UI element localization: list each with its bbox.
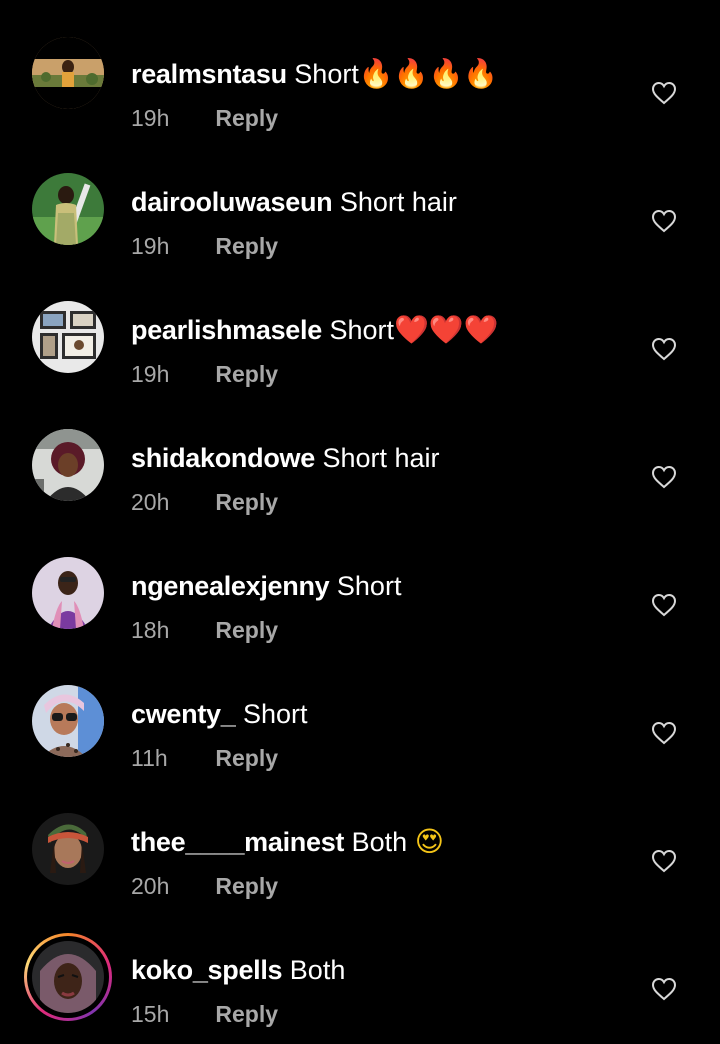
reply-button[interactable]: Reply	[215, 873, 278, 899]
reply-button[interactable]: Reply	[215, 105, 278, 131]
comment-item: shidakondowe Short hair 20h Reply	[0, 401, 720, 529]
comment-text: Short	[329, 315, 394, 345]
heart-outline-icon[interactable]	[651, 465, 677, 489]
comment-emoji: ❤️❤️❤️	[393, 313, 499, 346]
comment-text: Short hair	[339, 187, 457, 217]
comment-text: Both	[289, 955, 346, 985]
heart-outline-icon[interactable]	[651, 977, 677, 1001]
timestamp: 20h	[131, 873, 170, 899]
comment-text: Short	[294, 59, 359, 89]
avatar[interactable]	[32, 429, 104, 501]
timestamp: 19h	[131, 361, 170, 387]
comment-text: Both	[351, 827, 408, 857]
comment-meta: 15h Reply	[131, 999, 278, 1029]
reply-button[interactable]: Reply	[215, 489, 278, 515]
heart-outline-icon[interactable]	[651, 849, 677, 873]
avatar[interactable]	[32, 173, 104, 245]
heart-outline-icon[interactable]	[651, 81, 677, 105]
timestamp: 19h	[131, 233, 170, 259]
comment-line: ngenealexjenny Short	[131, 569, 401, 603]
timestamp: 15h	[131, 1001, 170, 1027]
timestamp: 19h	[131, 105, 170, 131]
reply-button[interactable]: Reply	[215, 233, 278, 259]
comment-line: thee____mainest Both 😍	[131, 825, 444, 859]
comment-line: shidakondowe Short hair	[131, 441, 440, 475]
comment-meta: 18h Reply	[131, 615, 278, 645]
comment-item: dairooluwaseun Short hair 19h Reply	[0, 145, 720, 273]
avatar[interactable]	[32, 37, 104, 109]
comment-item: realmsntasu Short🔥🔥🔥🔥 19h Reply	[0, 17, 720, 145]
comment-item: koko_spells Both 15h Reply	[0, 913, 720, 1041]
comment-meta: 11h Reply	[131, 743, 278, 773]
username[interactable]: cwenty_	[131, 699, 236, 729]
avatar[interactable]	[32, 557, 104, 629]
comment-emoji: 😍	[414, 825, 444, 858]
story-ring-avatar[interactable]	[24, 933, 112, 1021]
comment-item: thee____mainest Both 😍 20h Reply	[0, 785, 720, 913]
timestamp: 11h	[131, 745, 168, 771]
avatar	[32, 941, 104, 1013]
comment-item: ngenealexjenny Short 18h Reply	[0, 529, 720, 657]
comment-item: cwenty_ Short 11h Reply	[0, 657, 720, 785]
username[interactable]: pearlishmasele	[131, 315, 322, 345]
username[interactable]: thee____mainest	[131, 827, 344, 857]
reply-button[interactable]: Reply	[215, 617, 278, 643]
reply-button[interactable]: Reply	[215, 745, 278, 771]
comment-meta: 19h Reply	[131, 103, 278, 133]
comment-text: Short	[242, 699, 308, 729]
comment-emoji: 🔥🔥🔥🔥	[358, 57, 499, 90]
comment-line: cwenty_ Short	[131, 697, 308, 731]
username[interactable]: koko_spells	[131, 955, 283, 985]
avatar[interactable]	[32, 685, 104, 757]
reply-button[interactable]: Reply	[215, 1001, 278, 1027]
comment-line: realmsntasu Short🔥🔥🔥🔥	[131, 57, 498, 91]
timestamp: 18h	[131, 617, 170, 643]
comment-line: pearlishmasele Short❤️❤️❤️	[131, 313, 499, 347]
reply-button[interactable]: Reply	[215, 361, 278, 387]
comment-line: koko_spells Both	[131, 953, 345, 987]
heart-outline-icon[interactable]	[651, 209, 677, 233]
comment-text: Short hair	[322, 443, 440, 473]
comment-text: Short	[336, 571, 402, 601]
comment-meta: 19h Reply	[131, 359, 278, 389]
heart-outline-icon[interactable]	[651, 593, 677, 617]
heart-outline-icon[interactable]	[651, 337, 677, 361]
username[interactable]: ngenealexjenny	[131, 571, 330, 601]
comment-line: dairooluwaseun Short hair	[131, 185, 457, 219]
heart-outline-icon[interactable]	[651, 721, 677, 745]
username[interactable]: shidakondowe	[131, 443, 315, 473]
comment-meta: 20h Reply	[131, 871, 278, 901]
comment-meta: 20h Reply	[131, 487, 278, 517]
comment-item: pearlishmasele Short❤️❤️❤️ 19h Reply	[0, 273, 720, 401]
username[interactable]: realmsntasu	[131, 59, 287, 89]
avatar[interactable]	[32, 813, 104, 885]
comment-meta: 19h Reply	[131, 231, 278, 261]
timestamp: 20h	[131, 489, 170, 515]
avatar[interactable]	[32, 301, 104, 373]
username[interactable]: dairooluwaseun	[131, 187, 333, 217]
